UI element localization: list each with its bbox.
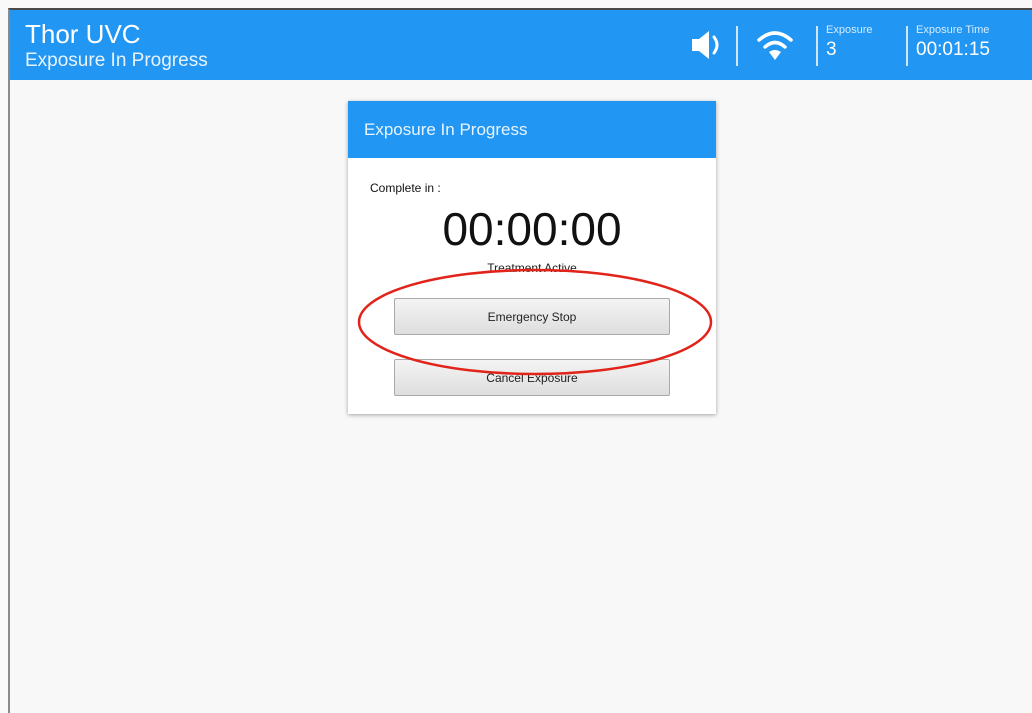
- exposure-time: Exposure Time 00:01:15: [916, 24, 990, 61]
- cancel-exposure-button[interactable]: Cancel Exposure: [394, 359, 670, 396]
- divider: [816, 26, 818, 66]
- speaker-icon[interactable]: [690, 28, 726, 62]
- wifi-icon[interactable]: [756, 26, 794, 64]
- page-subtitle: Exposure In Progress: [25, 50, 208, 71]
- exposure-dialog: Exposure In Progress Complete in : 00:00…: [348, 101, 716, 414]
- treatment-status: Treatment Active: [487, 261, 577, 275]
- app-title: Thor UVC: [25, 19, 141, 49]
- divider: [906, 26, 908, 66]
- top-bar: Thor UVC Exposure In Progress Exposure 3…: [10, 10, 1032, 80]
- countdown-timer: 00:00:00: [442, 203, 622, 255]
- divider: [736, 26, 738, 66]
- exposure-time-value: 00:01:15: [916, 39, 990, 60]
- complete-in-label: Complete in :: [370, 181, 441, 195]
- exposure-value: 3: [826, 39, 837, 60]
- app-window: Thor UVC Exposure In Progress Exposure 3…: [8, 8, 1032, 713]
- dialog-title: Exposure In Progress: [348, 101, 716, 158]
- exposure-time-label: Exposure Time: [916, 24, 990, 36]
- exposure-label: Exposure: [826, 24, 873, 36]
- exposure-count: Exposure 3: [826, 24, 872, 61]
- emergency-stop-button[interactable]: Emergency Stop: [394, 298, 670, 335]
